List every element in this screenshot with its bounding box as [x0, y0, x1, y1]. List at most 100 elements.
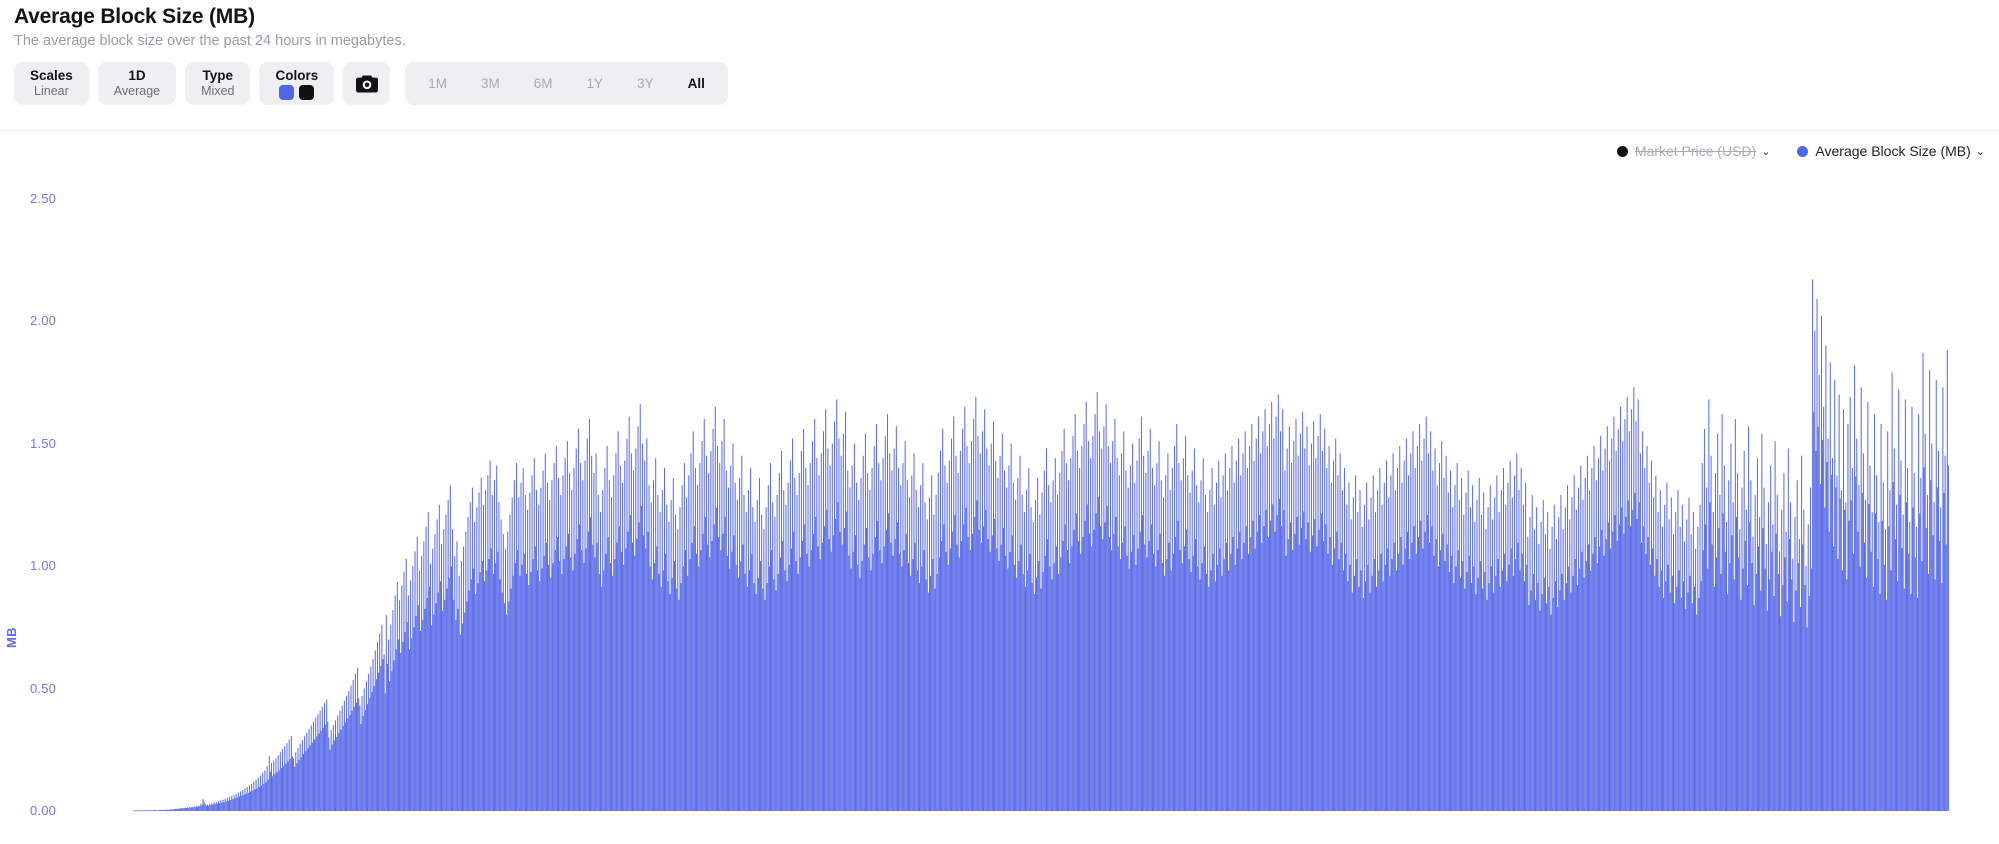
range-button-1m[interactable]: 1M: [411, 66, 464, 101]
bar: [1534, 529, 1535, 811]
bar: [1407, 532, 1408, 811]
colors-button[interactable]: Colors: [259, 62, 334, 105]
bar: [737, 500, 738, 811]
bar: [330, 750, 331, 811]
bar: [785, 505, 786, 811]
bar: [371, 692, 372, 811]
legend-item-market-price[interactable]: Market Price (USD) ⌄: [1617, 143, 1771, 159]
bar: [633, 470, 634, 811]
camera-icon: [356, 74, 378, 93]
bar: [1913, 508, 1914, 811]
scales-button[interactable]: Scales Linear: [14, 62, 89, 105]
bar: [989, 466, 990, 811]
bar: [641, 506, 642, 811]
color-swatch-secondary[interactable]: [299, 85, 314, 100]
bar: [608, 537, 609, 811]
type-button[interactable]: Type Mixed: [185, 62, 250, 105]
chevron-down-icon[interactable]: ⌄: [1976, 145, 1985, 158]
bar: [1184, 546, 1185, 811]
bar: [805, 468, 806, 811]
bar: [1664, 505, 1665, 811]
bar: [320, 711, 321, 811]
range-button-1y[interactable]: 1Y: [570, 66, 621, 101]
bar: [144, 810, 145, 811]
range-button-6m[interactable]: 6M: [517, 66, 570, 101]
bar: [632, 543, 633, 811]
bar: [528, 585, 529, 811]
bar: [1628, 500, 1629, 811]
bar: [1873, 587, 1874, 811]
bar: [411, 638, 412, 811]
bar: [172, 810, 173, 811]
scales-button-value: Linear: [34, 84, 69, 99]
bar: [282, 749, 283, 811]
bar: [469, 591, 470, 812]
bar: [1238, 439, 1239, 811]
bar: [445, 515, 446, 811]
bar: [1332, 565, 1333, 811]
bar: [1300, 434, 1301, 811]
bar: [1582, 500, 1583, 811]
bar: [1227, 490, 1228, 811]
bar: [1939, 541, 1940, 811]
bar: [1679, 570, 1680, 811]
bar: [1465, 493, 1466, 812]
bar: [1100, 526, 1101, 811]
bar: [1697, 527, 1698, 811]
bar: [1160, 534, 1161, 811]
bar: [768, 485, 769, 811]
bar: [1327, 554, 1328, 811]
legend-label-market-price: Market Price (USD): [1635, 143, 1756, 159]
bar: [529, 493, 530, 812]
bar: [307, 748, 308, 811]
range-button-3m[interactable]: 3M: [464, 66, 517, 101]
bar: [1022, 495, 1023, 811]
bars-layer: [0, 160, 1999, 844]
bar: [1486, 600, 1487, 811]
bar: [1330, 537, 1331, 811]
bar: [1474, 522, 1475, 811]
bar: [723, 534, 724, 811]
bar: [1323, 541, 1324, 811]
bar: [349, 715, 350, 811]
bar: [523, 468, 524, 811]
bar: [1246, 526, 1247, 811]
bar: [1204, 546, 1205, 811]
bar: [1419, 424, 1420, 811]
bar: [1343, 570, 1344, 811]
bar: [1059, 473, 1060, 811]
bar: [1652, 548, 1653, 811]
bar: [188, 808, 189, 811]
bar: [1650, 565, 1651, 811]
bar: [1278, 395, 1279, 812]
bar: [1682, 505, 1683, 811]
bar: [1603, 556, 1604, 811]
bar: [1591, 468, 1592, 811]
bar: [1707, 568, 1708, 811]
bar: [1128, 488, 1129, 811]
range-button-all[interactable]: All: [671, 66, 722, 101]
interval-button[interactable]: 1D Average: [98, 62, 176, 105]
bar: [1835, 488, 1836, 811]
bar: [814, 419, 815, 811]
bar: [760, 561, 761, 811]
bar: [147, 810, 148, 811]
page-title: Average Block Size (MB): [14, 4, 406, 30]
bar: [1256, 439, 1257, 811]
bar: [301, 757, 302, 811]
bar: [993, 421, 994, 811]
color-swatch-primary[interactable]: [279, 85, 294, 100]
bar: [317, 714, 318, 811]
bar: [675, 515, 676, 811]
legend-item-block-size[interactable]: Average Block Size (MB) ⌄: [1797, 143, 1985, 159]
bar: [1429, 543, 1430, 811]
bar: [227, 798, 228, 811]
bar: [1924, 467, 1925, 811]
bar: [1198, 502, 1199, 811]
chevron-down-icon[interactable]: ⌄: [1761, 145, 1770, 158]
bar: [1834, 380, 1835, 811]
bar: [1452, 507, 1453, 811]
range-button-3y[interactable]: 3Y: [620, 66, 671, 101]
bar: [997, 478, 998, 811]
screenshot-button[interactable]: [343, 62, 390, 105]
